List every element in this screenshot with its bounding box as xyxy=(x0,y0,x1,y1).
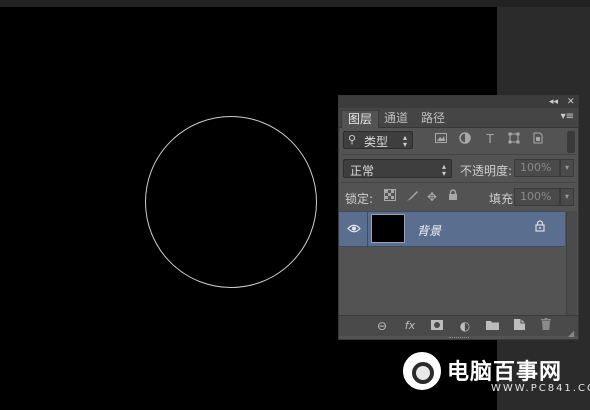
new-layer-icon[interactable] xyxy=(511,318,527,334)
fill-label: 填充: xyxy=(489,192,518,206)
layer-thumbnail[interactable] xyxy=(371,214,405,243)
blend-mode-select[interactable]: 正常 ▴ ▾ xyxy=(343,159,452,178)
chevron-updown-icon: ▴ ▾ xyxy=(402,133,407,149)
type-filter-icon[interactable]: T xyxy=(483,132,497,146)
watermark: 电脑百事网 WWW.PC841.COM xyxy=(403,350,590,400)
filter-type-label: 类型 xyxy=(364,135,389,149)
lock-label: 锁定: xyxy=(345,192,374,206)
chevron-updown-icon: ▴ ▾ xyxy=(441,162,446,178)
resize-handle-icon[interactable]: ◢ xyxy=(568,329,574,338)
fx-icon[interactable]: fx xyxy=(402,318,418,334)
close-icon[interactable]: ✕ xyxy=(567,96,575,108)
lock-all-icon[interactable] xyxy=(446,189,460,205)
watermark-logo xyxy=(403,352,441,390)
shape-filter-icon[interactable] xyxy=(507,132,521,146)
fill-field[interactable]: 100% xyxy=(514,188,560,206)
layer-filter-row: ⚲ 类型 ▴ ▾ T xyxy=(343,131,575,153)
layers-scrollbar[interactable] xyxy=(566,211,577,315)
smart-object-filter-icon[interactable] xyxy=(531,132,545,146)
tab-paths[interactable]: 路径 xyxy=(415,110,451,127)
layers-list: 背景 xyxy=(339,211,565,315)
divider xyxy=(341,182,576,183)
layer-lock-icon xyxy=(535,220,545,235)
lock-position-icon[interactable]: ✥ xyxy=(425,189,439,205)
opacity-label: 不透明度: xyxy=(460,164,513,178)
divider xyxy=(367,212,368,246)
watermark-url: WWW.PC841.COM xyxy=(491,383,590,394)
watermark-name: 电脑百事网 xyxy=(447,360,563,385)
trash-icon[interactable] xyxy=(538,318,554,334)
search-icon: ⚲ xyxy=(348,133,357,146)
filter-toggle-switch[interactable] xyxy=(567,131,575,153)
panel-menu-icon[interactable]: ▾≡ xyxy=(561,111,574,122)
window-top-strip xyxy=(0,0,590,7)
tab-layers[interactable]: 图层 xyxy=(341,110,380,128)
adjustment-filter-icon[interactable] xyxy=(458,132,472,146)
layer-name[interactable]: 背景 xyxy=(417,222,441,239)
new-group-icon[interactable] xyxy=(484,318,500,334)
layer-row[interactable]: 背景 xyxy=(339,211,565,247)
lock-transparency-icon[interactable] xyxy=(383,189,397,205)
panel-titlebar[interactable]: ◂◂ ✕ xyxy=(339,96,578,108)
opacity-field[interactable]: 100% xyxy=(514,159,560,177)
filter-type-select[interactable]: ⚲ 类型 ▴ ▾ xyxy=(343,131,413,149)
link-layers-icon[interactable]: ⊖ xyxy=(374,318,390,334)
add-mask-icon[interactable] xyxy=(429,318,445,334)
layers-panel: ◂◂ ✕ 图层 通道 路径 ▾≡ ⚲ 类型 ▴ ▾ T 正常 ▴ ▾ 不透明度:… xyxy=(338,95,579,340)
circle-selection-outline xyxy=(145,116,317,288)
fill-dropdown-icon[interactable]: ▾ xyxy=(560,188,574,206)
tab-channels[interactable]: 通道 xyxy=(378,110,414,127)
image-filter-icon[interactable] xyxy=(434,132,448,146)
eye-icon[interactable] xyxy=(347,222,361,236)
blend-mode-value: 正常 xyxy=(350,164,375,178)
panel-tab-row: 图层 通道 路径 ▾≡ xyxy=(339,108,578,128)
double-chevron-left-icon[interactable]: ◂◂ xyxy=(549,96,558,108)
panel-bottom-bar: ⊖ fx ◐ xyxy=(339,315,578,336)
panel-grip[interactable] xyxy=(449,337,469,341)
opacity-dropdown-icon[interactable]: ▾ xyxy=(560,159,574,177)
lock-row: 锁定: ✥ 填充: 100% ▾ xyxy=(343,188,574,208)
blend-row: 正常 ▴ ▾ 不透明度: 100% ▾ xyxy=(343,159,574,179)
lock-pixels-icon[interactable] xyxy=(405,189,419,205)
adjustment-layer-icon[interactable]: ◐ xyxy=(457,318,473,334)
divider xyxy=(341,154,576,155)
